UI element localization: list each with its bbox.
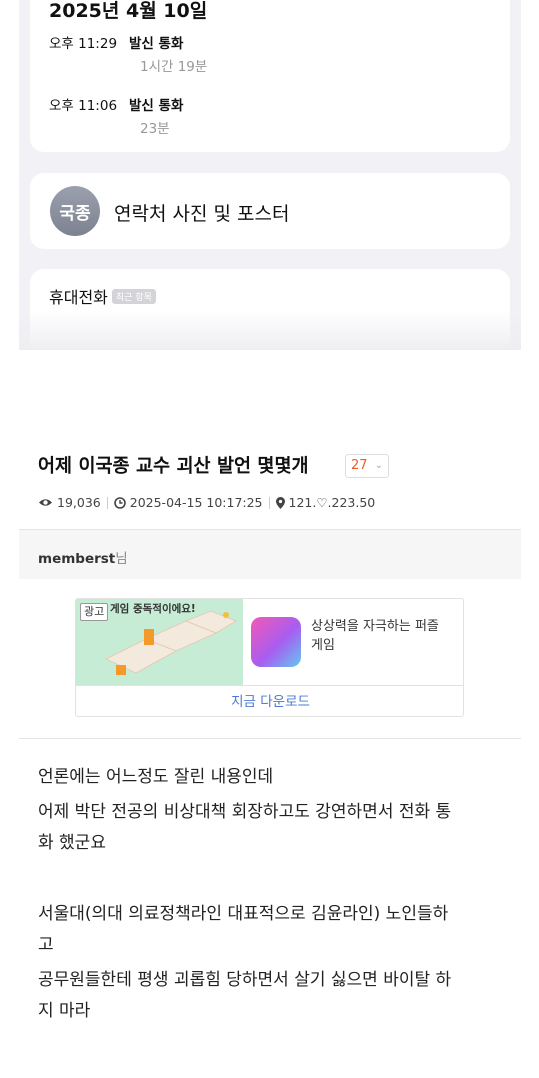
- call-duration: 23분: [140, 121, 170, 137]
- call-time: 오후 11:29: [49, 36, 118, 52]
- contact-avatar: 국종: [50, 186, 100, 236]
- comment-count-button[interactable]: 27 ⌄: [345, 454, 389, 478]
- ad-image[interactable]: 게임 중독적이에요! 광고: [76, 599, 243, 685]
- mobile-label-text: 휴대전화: [49, 288, 108, 307]
- meta-divider: [106, 496, 108, 509]
- image-fade: [19, 310, 521, 350]
- body-line: 공무원들한테 평생 괴롭힘 당하면서 살기 싫으면 바이탈 하: [38, 970, 452, 990]
- call-type: 발신 통화: [129, 36, 184, 52]
- call-type: 발신 통화: [129, 98, 184, 114]
- ad-download-button[interactable]: 지금 다운로드: [76, 685, 463, 716]
- call-entry: 오후 11:29 발신 통화: [49, 32, 183, 52]
- ad-banner-text: 게임 중독적이에요!: [110, 603, 196, 615]
- author-name[interactable]: memberst님: [38, 547, 128, 567]
- body-line: 화 했군요: [38, 833, 106, 853]
- call-history-card: 2025년 4월 10일 오후 11:29 발신 통화 1시간 19분 오후 11…: [30, 0, 510, 152]
- body-line: 언론에는 어느정도 잘린 내용인데: [38, 767, 274, 787]
- mobile-label: 휴대전화 최근 항목: [49, 284, 156, 308]
- post-meta: 19,036 2025-04-15 10:17:25 121.♡.223.50: [38, 495, 375, 510]
- author-id: memberst: [38, 551, 116, 567]
- call-duration: 1시간 19분: [140, 59, 208, 75]
- post-datetime: 2025-04-15 10:17:25: [129, 495, 263, 510]
- view-count: 19,036: [57, 495, 101, 510]
- ad-title[interactable]: 상상력을 자극하는 퍼즐 게임: [311, 617, 451, 655]
- author-ip: 121.♡.223.50: [288, 495, 376, 510]
- author-bar: memberst님: [19, 529, 521, 579]
- body-line: 서울대(의대 의료정책라인 대표적으로 김윤라인) 노인들하: [38, 904, 449, 924]
- post-title: 어제 이국종 교수 괴산 발언 몇몇개: [38, 456, 309, 477]
- body-line: 고: [38, 935, 54, 955]
- author-suffix: 님: [115, 551, 128, 567]
- location-pin-icon: [275, 496, 285, 509]
- ad-app-icon[interactable]: [251, 617, 301, 667]
- meta-divider: [268, 496, 270, 509]
- clock-icon: [113, 496, 126, 509]
- contact-poster-card: 국종 연락처 사진 및 포스터: [30, 173, 510, 249]
- call-date: 2025년 4월 10일: [49, 0, 208, 22]
- call-entry: 오후 11:06 발신 통화: [49, 94, 183, 114]
- poster-label: 연락처 사진 및 포스터: [114, 203, 290, 225]
- recent-badge: 최근 항목: [111, 289, 156, 304]
- body-line: 지 마라: [38, 1001, 91, 1021]
- ad-box[interactable]: 게임 중독적이에요! 광고 상상력을 자극하는 퍼즐 게임 지금 다운로드: [75, 598, 464, 717]
- ad-badge: 광고: [80, 603, 109, 621]
- chevron-down-icon: ⌄: [374, 460, 383, 471]
- body-line: 어제 박단 전공의 비상대책 회장하고도 강연하면서 전화 통: [38, 802, 452, 822]
- content-divider: [19, 738, 521, 739]
- embedded-call-log-image: 2025년 4월 10일 오후 11:29 발신 통화 1시간 19분 오후 11…: [19, 0, 521, 350]
- comment-count: 27: [351, 458, 368, 473]
- call-time: 오후 11:06: [49, 98, 118, 114]
- eye-icon: [39, 499, 52, 506]
